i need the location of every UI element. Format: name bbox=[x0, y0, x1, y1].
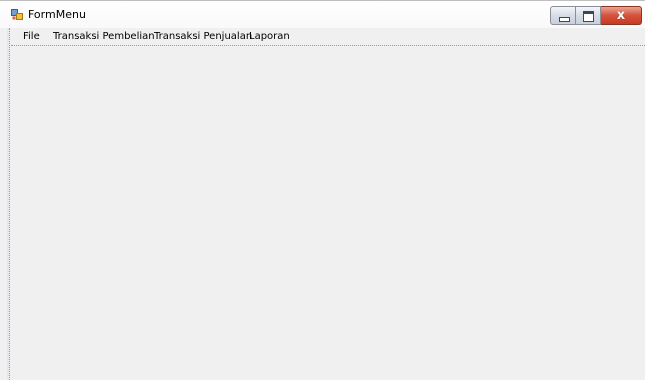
close-button[interactable]: x bbox=[601, 6, 642, 25]
maximize-icon bbox=[583, 11, 594, 22]
menu-item-file[interactable]: File bbox=[23, 30, 40, 43]
maximize-button[interactable] bbox=[576, 6, 601, 25]
form-left-edge bbox=[9, 28, 10, 380]
menu-item-laporan[interactable]: Laporan bbox=[249, 30, 290, 43]
window-title: FormMenu bbox=[28, 8, 86, 21]
form-app-icon bbox=[11, 9, 23, 20]
form-window: FormMenu x File Transaksi Pembelian Tran… bbox=[0, 0, 645, 380]
menu-bar: File Transaksi Pembelian Transaksi Penju… bbox=[11, 28, 645, 46]
menu-item-transaksi-penjualan[interactable]: Transaksi Penjualan bbox=[154, 30, 252, 43]
window-controls: x bbox=[550, 6, 642, 25]
menu-item-transaksi-pembelian[interactable]: Transaksi Pembelian bbox=[53, 30, 155, 43]
close-icon: x bbox=[616, 8, 626, 23]
title-bar[interactable]: FormMenu x bbox=[0, 0, 645, 28]
mdi-client-area[interactable] bbox=[11, 46, 645, 380]
minimize-icon bbox=[559, 17, 570, 22]
minimize-button[interactable] bbox=[550, 6, 576, 25]
